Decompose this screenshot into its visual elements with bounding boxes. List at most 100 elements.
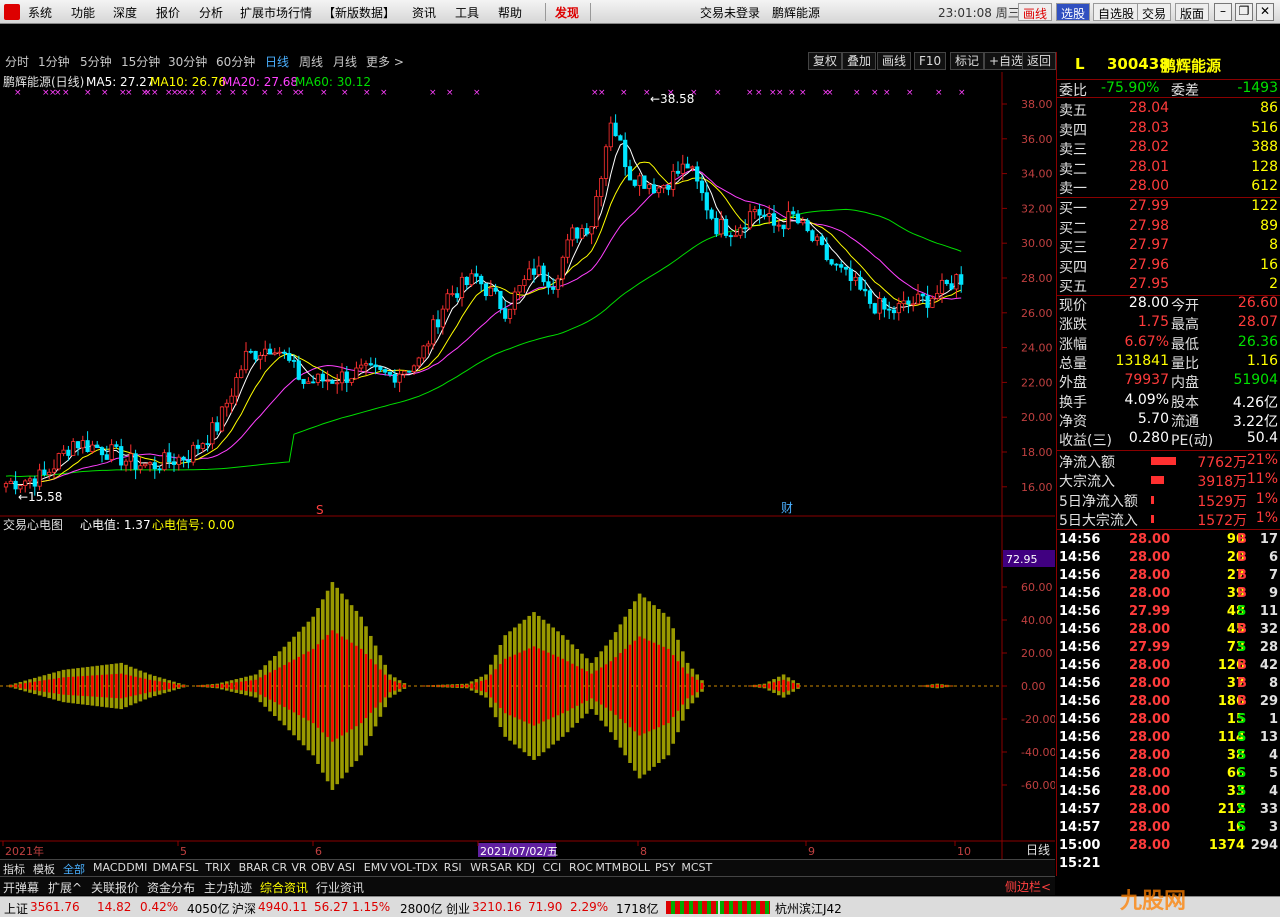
tick-cell: 7 [1268,568,1278,583]
signal-mark: × [62,88,70,98]
menu-item-news[interactable]: 资讯 [412,4,436,21]
period-tab-daily[interactable]: 日线 [265,53,289,70]
f10-button[interactable]: F10 [914,52,947,70]
menu-item-discover[interactable]: 发现 [555,4,579,21]
candle-body [795,213,801,224]
tick-cell: 28.00 [1129,568,1171,583]
indicator-tab[interactable]: BRAR [239,861,269,874]
draw-line-button[interactable]: 画线 [1018,3,1053,21]
y-tick-label: 36.00 [1021,133,1053,146]
indicator-tab[interactable]: MCST [681,861,712,874]
mark-button[interactable]: 标记 [950,52,985,70]
signal-mark: × [714,88,722,98]
ind-bar-red [432,685,435,687]
bottom-tab[interactable]: 行业资讯 [316,879,364,896]
tick-row: 14:56 28.00 15 S 1 [1057,712,1280,730]
ask-price: 28.04 [1129,100,1170,116]
close-icon[interactable]: ✕ [1256,3,1274,21]
ind-bar-red [360,648,363,724]
indicator-tab[interactable]: CR [272,861,287,874]
menu-item-tools[interactable]: 工具 [455,4,479,21]
indicator-tab[interactable]: DMA [153,861,179,874]
ind-bar-red [638,636,641,736]
indicator-tab[interactable]: 指标 [3,861,25,877]
indicator-tab[interactable]: ASI [337,861,355,874]
y-tick-label: 38.00 [1021,98,1053,111]
indicator-tab[interactable]: TRIX [205,861,230,874]
period-tab-15min[interactable]: 15分钟 [121,53,160,70]
bottom-tab[interactable]: 资金分布 [147,879,195,896]
layout-button[interactable]: 版面 [1175,3,1210,21]
back-button[interactable]: 返回 [1022,52,1057,70]
adjust-button[interactable]: 复权 [808,52,843,70]
ind-bar-red [259,677,262,695]
period-tab-60min[interactable]: 60分钟 [216,53,255,70]
menu-item-quote[interactable]: 报价 [156,4,180,21]
bid-price: 27.99 [1129,198,1170,214]
period-tab-monthly[interactable]: 月线 [333,53,357,70]
watchlist-button[interactable]: 自选股 [1093,3,1140,21]
indicator-tab[interactable]: VOL-TDX [390,861,438,874]
period-tab-fenshi[interactable]: 分时 [5,53,29,70]
restore-icon[interactable]: ❐ [1235,3,1253,21]
candle-body [200,443,205,449]
menu-item-analysis[interactable]: 分析 [199,4,223,21]
indicator-tab[interactable]: FSL [179,861,198,874]
indicator-tab[interactable]: RSI [444,861,462,874]
trade-button[interactable]: 交易 [1137,3,1172,21]
menu-item-system[interactable]: 系统 [28,4,52,21]
draw-button[interactable]: 画线 [877,52,912,70]
kline-chart[interactable]: 38.00 36.00 34.00 32.00 30.00 28.00 26.00 24.00… [0,72,1055,859]
indicator-tab[interactable]: PSY [655,861,675,874]
indicator-tab[interactable]: OBV [311,861,334,874]
ind-bar-red [508,656,512,716]
menu-item-new-data[interactable]: 【新版数据】 [323,4,395,21]
ind-bar-red [940,685,944,687]
candle-body [517,285,522,293]
indicator-tab[interactable]: WR [470,861,489,874]
bid-label: 买五 [1059,279,1087,295]
sidebar-toggle[interactable]: 侧边栏< [1005,878,1051,895]
main-legend-ma20: MA20: 27.68 [222,75,298,89]
bottom-tab[interactable]: 综合资讯 [260,879,308,896]
candle-body [167,452,172,463]
period-tab-5min[interactable]: 5分钟 [80,53,112,70]
indicator-tab[interactable]: DMI [126,861,147,874]
period-tab-1min[interactable]: 1分钟 [38,53,70,70]
bottom-tab[interactable]: 开弹幕 [3,879,39,896]
period-tab-more[interactable]: 更多 > [366,53,404,70]
period-tab-weekly[interactable]: 周线 [299,53,323,70]
indicator-tab[interactable]: 模板 [33,861,55,877]
stat-row: 涨跌 1.75 最高 28.07 [1057,314,1280,333]
candle-body [483,283,489,297]
indicator-tab[interactable]: MTM [595,861,621,874]
menu-item-depth[interactable]: 深度 [113,4,137,21]
indicator-tab[interactable]: SAR [490,861,512,874]
tick-cell: 14:57 [1059,820,1101,835]
candle [642,175,647,189]
tick-cell: 15:21 [1059,856,1101,871]
select-stock-button[interactable]: 选股 [1056,3,1091,21]
indicator-tab[interactable]: ROC [569,861,593,874]
ind-tick-label: 20.00 [1021,647,1053,660]
menu-item-ext-market[interactable]: 扩展市场行情 [240,4,312,21]
ind-bar-red [686,673,689,699]
indicator-tab[interactable]: CCI [543,861,562,874]
indicator-tab[interactable]: 全部 [63,861,85,877]
indicator-tab[interactable]: VR [291,861,306,874]
ind-bar-red [513,654,516,718]
candle-body [906,300,911,305]
indicator-tab[interactable]: MACD [93,861,126,874]
indicator-tab[interactable]: EMV [364,861,388,874]
period-tab-30min[interactable]: 30分钟 [168,53,207,70]
indicator-tab[interactable]: BOLL [622,861,650,874]
menu-item-function[interactable]: 功能 [71,4,95,21]
bottom-tab[interactable]: 主力轨迹 [204,879,252,896]
overlay-button[interactable]: 叠加 [842,52,877,70]
menu-item-help[interactable]: 帮助 [498,4,522,21]
bottom-tab[interactable]: 扩展^ [48,879,82,896]
minimize-icon[interactable]: – [1214,3,1232,21]
bottom-tab[interactable]: 关联报价 [91,879,139,896]
indicator-tab[interactable]: KDJ [516,861,535,874]
main-legend-ma5: MA5: 27.27 [86,75,154,89]
